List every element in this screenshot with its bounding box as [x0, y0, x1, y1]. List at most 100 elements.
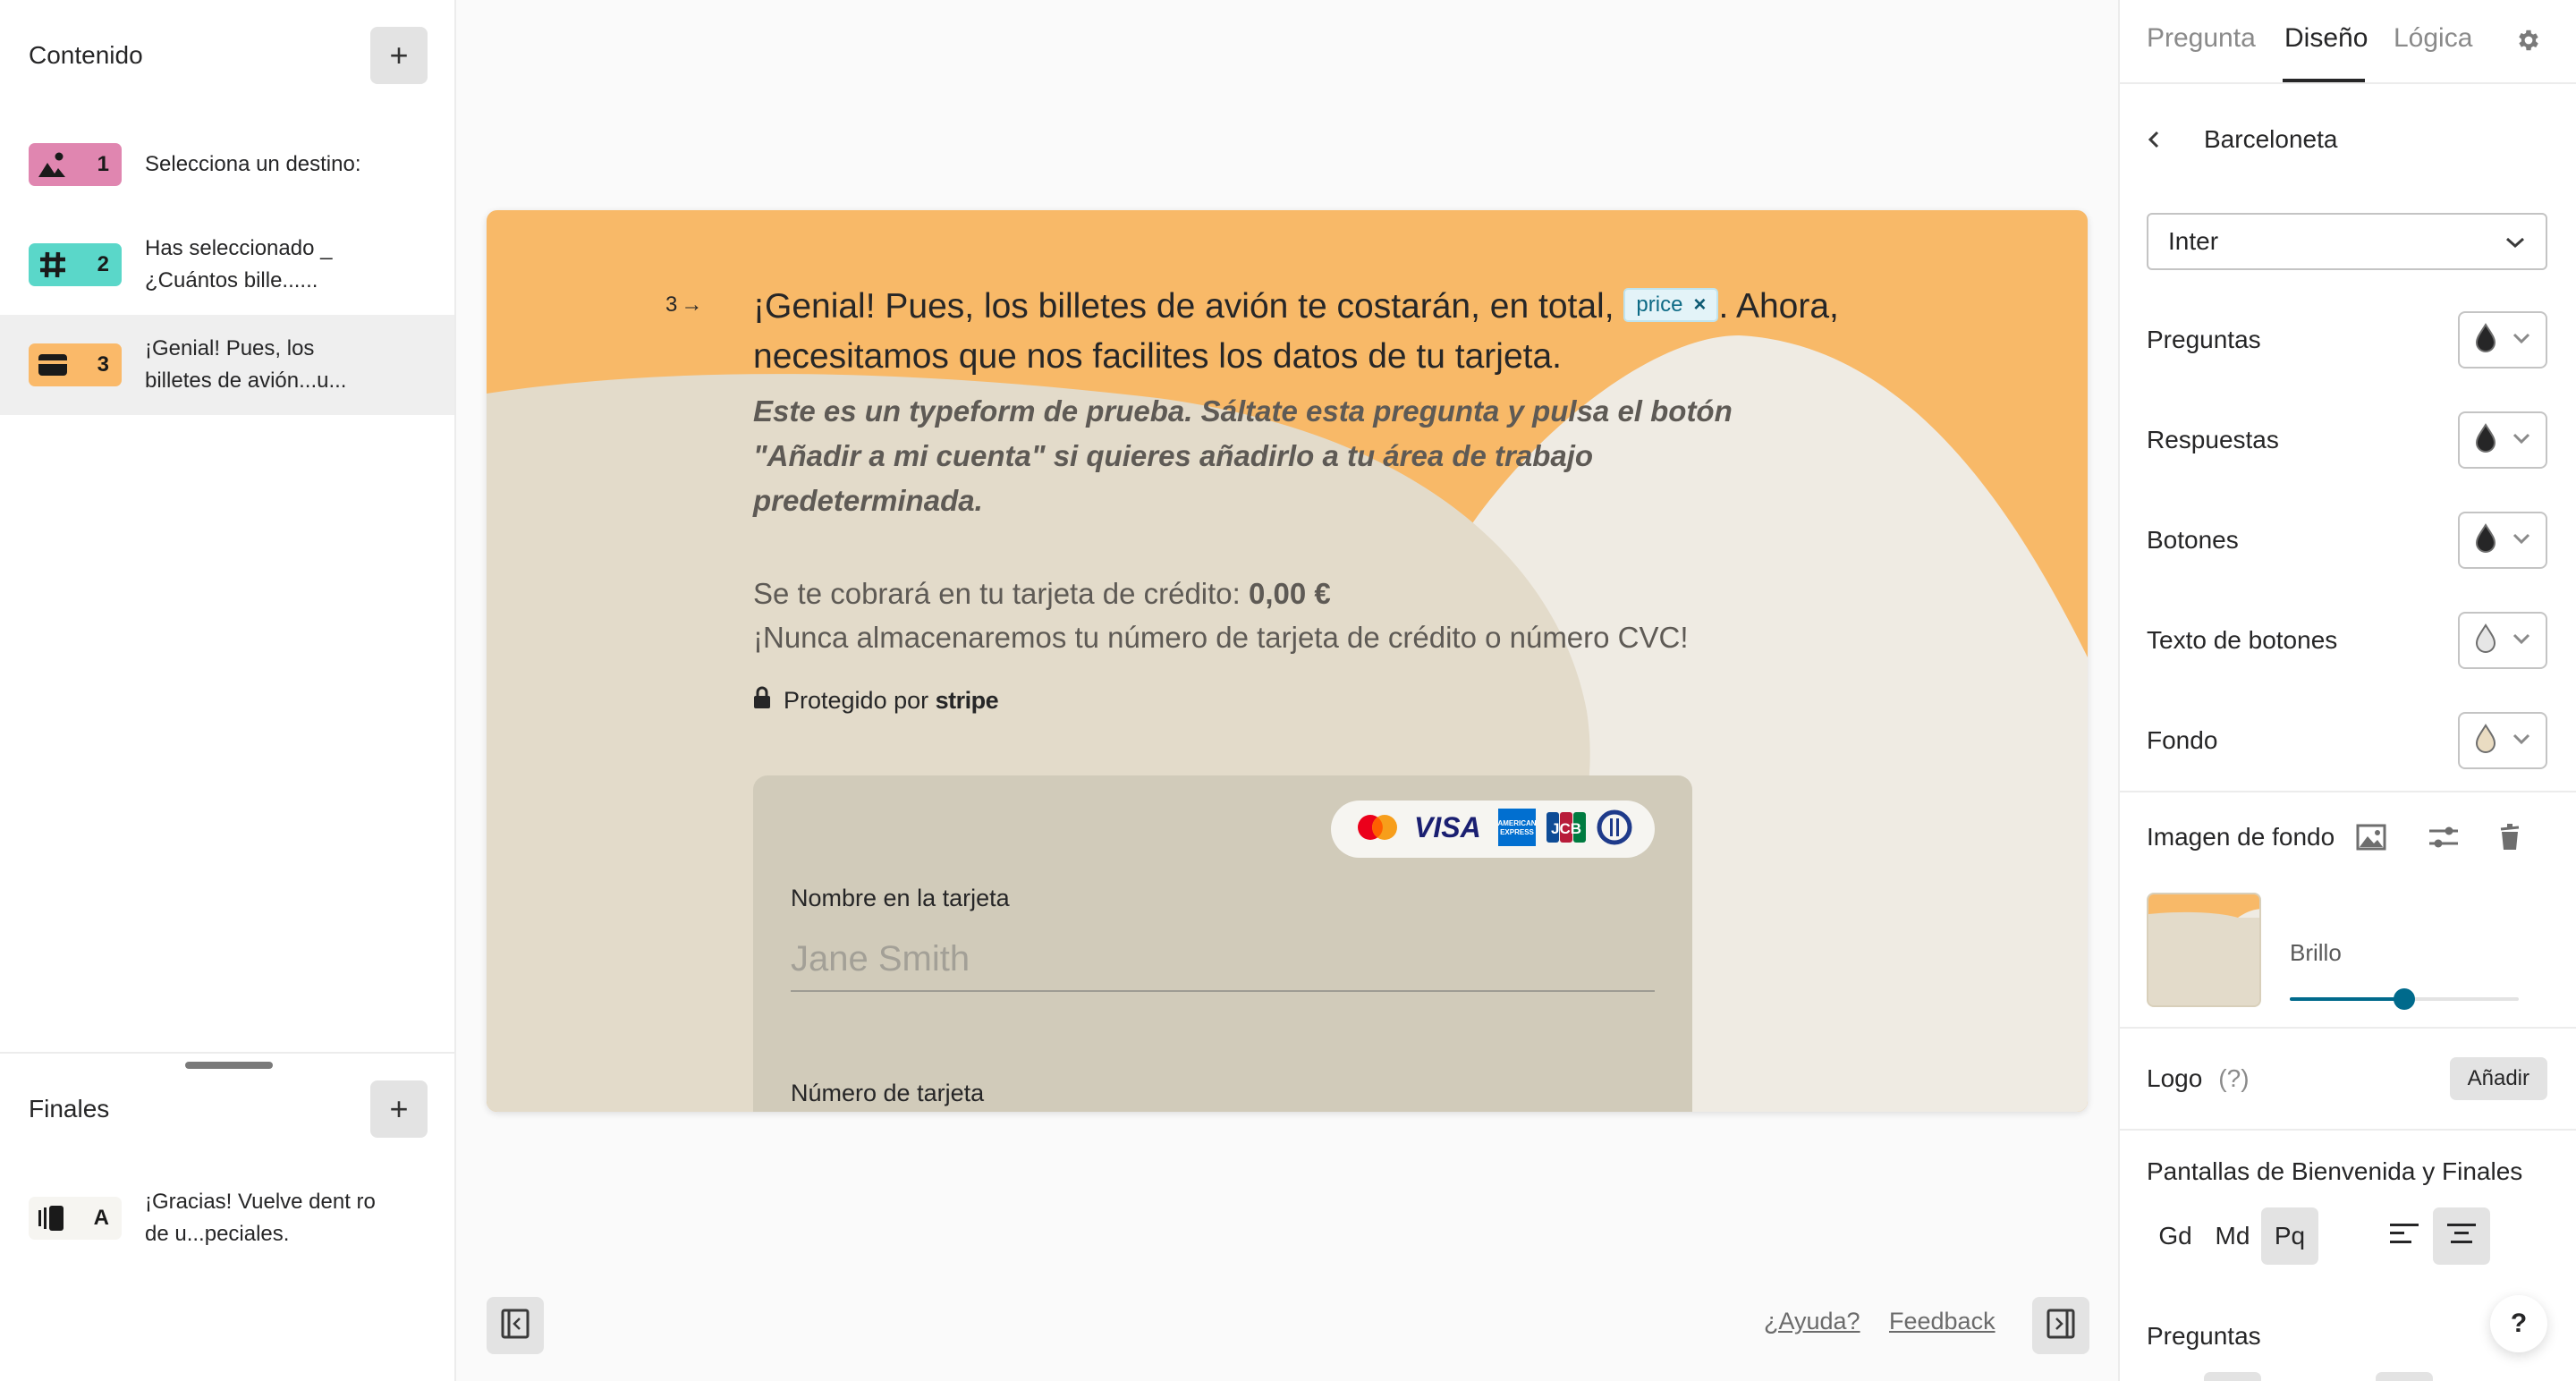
brightness-slider[interactable]	[2290, 986, 2519, 1012]
never-store-notice: ¡Nunca almacenaremos tu número de tarjet…	[753, 621, 1689, 654]
color-picker-button[interactable]	[2458, 712, 2547, 769]
color-setting-row: Respuestas	[2147, 411, 2547, 469]
accepted-cards: VISA AMERICAN EXPRESS JCB	[1331, 801, 1655, 858]
collapse-left-panel-button[interactable]	[487, 1297, 544, 1354]
section-divider	[0, 1052, 454, 1054]
question-title: ¡Genial! Pues, los billetes de avión...u…	[145, 336, 347, 393]
svg-text:VISA: VISA	[1414, 812, 1481, 843]
resize-handle[interactable]	[185, 1062, 273, 1069]
add-logo-button[interactable]: Añadir	[2449, 1057, 2547, 1100]
size-medium-button[interactable]: Md	[2204, 1207, 2261, 1265]
brightness-label: Brillo	[2290, 939, 2342, 966]
price-variable-label: price	[1636, 292, 1683, 317]
question-align-button-peek[interactable]	[2376, 1372, 2433, 1381]
svg-text:EXPRESS: EXPRESS	[1500, 828, 1534, 836]
chevron-down-icon	[2512, 632, 2531, 649]
arrow-right-icon: →	[681, 292, 703, 317]
question-title[interactable]: ¡Genial! Pues, los billetes de avión te …	[753, 282, 1898, 382]
card-name-input[interactable]	[791, 928, 1655, 992]
section-divider	[2120, 791, 2576, 792]
question-number: 2	[97, 252, 109, 276]
question-index-number: 3	[665, 292, 678, 317]
question-preview-card: 3 → ¡Genial! Pues, los billetes de avión…	[487, 210, 2088, 1112]
color-drop-icon	[2474, 623, 2497, 658]
add-ending-button[interactable]: +	[370, 1080, 428, 1138]
color-setting-label: Preguntas	[2147, 326, 2261, 353]
tab-diseno[interactable]: Diseño	[2284, 23, 2368, 54]
size-small-button[interactable]: Pq	[2261, 1207, 2318, 1265]
design-panel: Pregunta Diseño Lógica Barceloneta Inter…	[2118, 0, 2576, 1381]
jcb-icon: JCB	[1546, 811, 1586, 847]
question-description[interactable]: Este es un typeform de prueba. Sáltate e…	[753, 389, 1826, 523]
color-setting-row: Botones	[2147, 512, 2547, 569]
trash-icon[interactable]	[2499, 824, 2521, 851]
image-icon[interactable]	[2356, 824, 2386, 851]
question-item-2[interactable]: 2 Has seleccionado _ ¿Cuántos bille.....…	[0, 215, 454, 315]
question-number: 1	[97, 152, 109, 176]
charge-text: Se te cobrará en tu tarjeta de crédito:	[753, 577, 1241, 610]
help-link[interactable]: ¿Ayuda?	[1764, 1308, 1860, 1335]
panel-left-icon	[501, 1309, 530, 1343]
background-image-thumbnail[interactable]	[2147, 893, 2261, 1007]
ending-title: ¡Gracias! Vuelve dent ro de u...peciales…	[145, 1190, 376, 1246]
chevron-down-icon	[2512, 332, 2531, 349]
preview-area: 3 → ¡Genial! Pues, los billetes de avión…	[458, 0, 2118, 1381]
question-item-1[interactable]: 1 Selecciona un destino:	[0, 114, 454, 215]
stripe-badge: Protegido por stripe	[753, 686, 999, 716]
question-size-button-peek[interactable]	[2204, 1372, 2261, 1381]
back-chevron-icon[interactable]	[2147, 129, 2161, 150]
gear-icon[interactable]	[2515, 27, 2542, 58]
question-list: 1 Selecciona un destino: 2 Has seleccion…	[0, 114, 454, 415]
hash-icon	[38, 250, 68, 280]
chevron-down-icon	[2512, 733, 2531, 750]
collapse-right-panel-button[interactable]	[2032, 1297, 2089, 1354]
color-setting-row: Fondo	[2147, 712, 2547, 769]
ending-letter: A	[93, 1206, 109, 1230]
color-picker-button[interactable]	[2458, 612, 2547, 669]
color-picker-button[interactable]	[2458, 411, 2547, 469]
credit-card-icon	[38, 353, 68, 377]
help-button[interactable]: ?	[2490, 1295, 2547, 1352]
feedback-link[interactable]: Feedback	[1889, 1308, 1996, 1335]
question-item-3[interactable]: 3 ¡Genial! Pues, los billetes de avión..…	[0, 315, 454, 415]
ending-item-a[interactable]: A ¡Gracias! Vuelve dent ro de u...pecial…	[0, 1168, 454, 1268]
content-sidebar: Contenido + 1 Selecciona un destino: 2 H…	[0, 0, 456, 1381]
size-large-button[interactable]: Gd	[2147, 1207, 2204, 1265]
content-title: Contenido	[29, 41, 143, 69]
question-title-start: ¡Genial! Pues, los billetes de avión te …	[753, 287, 1614, 326]
chevron-down-icon	[2512, 532, 2531, 549]
svg-text:JCB: JCB	[1551, 820, 1581, 837]
american-express-icon: AMERICAN EXPRESS	[1497, 808, 1537, 851]
question-badge: 3	[29, 343, 122, 386]
logo-help-icon[interactable]: (?)	[2218, 1064, 2249, 1092]
slider-thumb[interactable]	[2394, 988, 2415, 1010]
active-tab-indicator	[2283, 79, 2365, 82]
tab-logica[interactable]: Lógica	[2394, 23, 2472, 54]
add-content-button[interactable]: +	[370, 27, 428, 84]
endings-header: Finales +	[29, 1080, 428, 1138]
adjust-sliders-icon[interactable]	[2428, 824, 2460, 851]
visa-icon: VISA	[1412, 811, 1487, 847]
font-select[interactable]: Inter	[2147, 213, 2547, 270]
align-center-button[interactable]	[2433, 1207, 2490, 1265]
remove-variable-icon[interactable]: ×	[1693, 292, 1706, 318]
font-select-value: Inter	[2168, 227, 2219, 255]
color-picker-button[interactable]	[2458, 311, 2547, 369]
card-name-label: Nombre en la tarjeta	[791, 885, 1010, 911]
align-center-icon	[2446, 1222, 2477, 1251]
theme-name: Barceloneta	[2204, 125, 2338, 153]
card-number-label: Número de tarjeta	[791, 1080, 985, 1106]
color-drop-icon	[2474, 322, 2497, 358]
tab-pregunta[interactable]: Pregunta	[2147, 23, 2256, 54]
background-image-label: Imagen de fondo	[2147, 823, 2335, 851]
typeform-editor: Contenido + 1 Selecciona un destino: 2 H…	[0, 0, 2576, 1381]
color-drop-icon	[2474, 723, 2497, 758]
questions-section-title: Preguntas	[2147, 1322, 2261, 1350]
question-badge: 1	[29, 143, 122, 186]
align-left-button[interactable]	[2376, 1207, 2433, 1265]
ending-screen-icon	[38, 1205, 64, 1232]
price-variable-tag[interactable]: price ×	[1623, 287, 1719, 322]
charge-amount: 0,00 €	[1249, 577, 1331, 610]
color-picker-button[interactable]	[2458, 512, 2547, 569]
color-setting-label: Respuestas	[2147, 426, 2279, 453]
